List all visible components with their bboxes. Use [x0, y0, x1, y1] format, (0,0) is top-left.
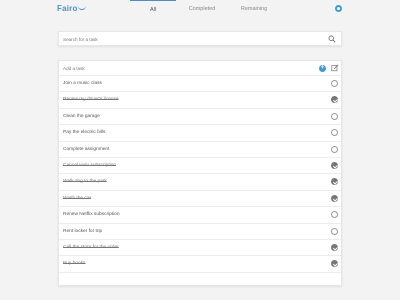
checked-circle-icon[interactable]: [331, 260, 338, 268]
logo-text: Fairo: [57, 4, 78, 13]
unchecked-circle-icon[interactable]: [331, 112, 338, 120]
task-list: Join a music class Renew my driver's lice…: [59, 76, 341, 273]
search-input[interactable]: [63, 34, 323, 44]
task-list-panel: + Join a music class Renew my driver's li…: [58, 60, 342, 286]
task-row[interactable]: Renew Netflix subscription: [59, 207, 341, 224]
task-label: Clean the garage: [63, 113, 100, 119]
checked-circle-icon[interactable]: [331, 178, 338, 186]
tab-remaining[interactable]: Remaining: [228, 0, 280, 18]
tab-all[interactable]: All: [130, 0, 176, 18]
checked-circle-icon[interactable]: [331, 96, 338, 104]
task-row[interactable]: Complete assignment: [59, 142, 341, 158]
task-label: Renew Netflix subscription: [63, 212, 120, 218]
task-label: Complete assignment: [63, 146, 110, 152]
task-row[interactable]: Call the store for the order: [59, 240, 341, 257]
edit-icon[interactable]: [331, 64, 339, 72]
unchecked-circle-icon[interactable]: [331, 227, 338, 235]
top-nav: Fairo All Completed Remaining: [0, 0, 400, 18]
task-row[interactable]: Pay the electric bills: [59, 125, 341, 142]
task-label: Call the store for the order: [63, 244, 119, 250]
task-row[interactable]: Renew my driver's license: [59, 92, 341, 109]
task-label: Renew my driver's license: [63, 97, 119, 103]
search-bar: [58, 31, 342, 46]
logo-swoosh-icon: [77, 6, 86, 10]
task-label: Rent locker for trip: [63, 228, 103, 234]
task-label: Cancel Hulu subscription: [63, 162, 117, 168]
app-logo[interactable]: Fairo: [57, 4, 86, 13]
search-icon[interactable]: [328, 35, 336, 43]
unchecked-circle-icon[interactable]: [331, 145, 338, 153]
task-row[interactable]: Walk dog to the park: [59, 174, 341, 191]
task-label: Walk dog to the park: [63, 179, 107, 185]
task-row[interactable]: Rent locker for trip: [59, 224, 341, 240]
task-label: Pay the electric bills: [63, 130, 106, 136]
task-row[interactable]: Cancel Hulu subscription: [59, 158, 341, 175]
add-task-row: +: [59, 61, 341, 76]
task-row[interactable]: Buy books: [59, 256, 341, 273]
checked-circle-icon[interactable]: [331, 243, 338, 251]
profile-icon[interactable]: [335, 5, 342, 12]
task-label: Join a music class: [63, 81, 102, 86]
task-label: Wash the car: [63, 195, 92, 201]
unchecked-circle-icon[interactable]: [331, 80, 338, 87]
task-row[interactable]: Wash the car: [59, 191, 341, 208]
tab-completed[interactable]: Completed: [176, 0, 228, 18]
task-row[interactable]: Join a music class: [59, 76, 341, 93]
checked-circle-icon[interactable]: [331, 194, 338, 202]
unchecked-circle-icon[interactable]: [331, 211, 338, 219]
add-task-input[interactable]: [63, 63, 303, 73]
plus-icon[interactable]: +: [319, 65, 326, 72]
task-label: Buy books: [63, 261, 86, 267]
task-row[interactable]: Clean the garage: [59, 109, 341, 126]
checked-circle-icon[interactable]: [331, 161, 338, 169]
filter-tabs: All Completed Remaining: [130, 0, 280, 18]
unchecked-circle-icon[interactable]: [331, 129, 338, 137]
